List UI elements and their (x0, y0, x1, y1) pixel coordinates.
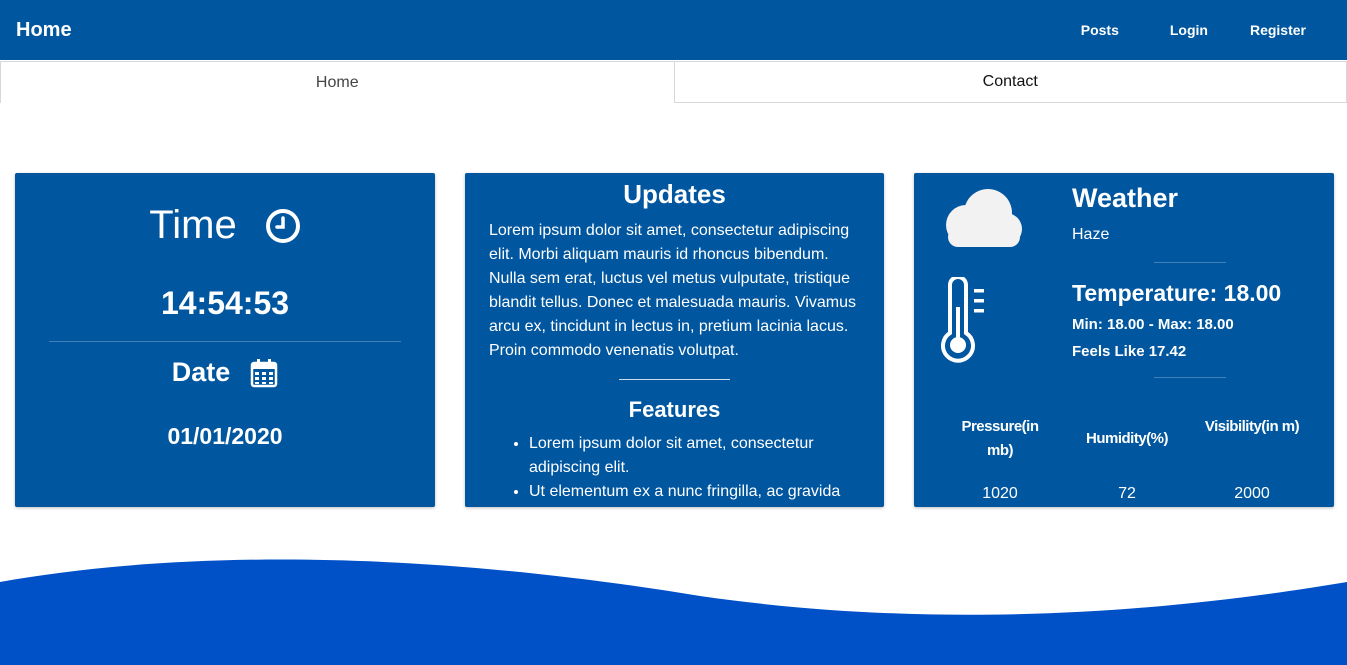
nav-link-register[interactable]: Register (1250, 22, 1306, 38)
clock-icon (265, 208, 300, 243)
time-title: Time (149, 203, 237, 247)
top-nav-links: Posts Login Register (1081, 22, 1347, 38)
cloud-icon (946, 189, 1022, 247)
pressure-value: 1020 (982, 485, 1018, 502)
weather-title: Weather (1072, 183, 1179, 213)
tab-home[interactable]: Home (0, 61, 674, 103)
pressure-label: Pressure(in mb) (961, 418, 1039, 459)
humidity-label: Humidity(%) (1086, 430, 1169, 447)
list-item: Lorem ipsum dolor sit amet, consectetur … (529, 432, 869, 480)
thermometer-icon (941, 277, 984, 363)
top-navbar: Home Posts Login Register (0, 0, 1347, 60)
tab-contact[interactable]: Contact (673, 61, 1347, 103)
updates-text: Lorem ipsum dolor sit amet, consectetur … (489, 222, 856, 359)
temperature: Temperature: 18.00 (1072, 280, 1282, 306)
visibility-label: Visibility(in m) (1204, 418, 1300, 435)
visibility-value: 2000 (1234, 485, 1270, 502)
weather-description: Haze (1072, 226, 1110, 243)
list-item: Ut elementum ex a nunc fringilla, ac gra… (529, 480, 869, 504)
nav-link-login[interactable]: Login (1170, 22, 1208, 38)
time-header: Time (15, 203, 435, 248)
time-card: Time 14:54:53 Date 01/01/2020 (15, 173, 435, 507)
divider (619, 379, 730, 380)
updates-title: Updates (623, 179, 726, 209)
date-title: Date (171, 357, 231, 387)
brand-home-link[interactable]: Home (0, 19, 72, 42)
divider (49, 341, 401, 342)
nav-link-posts[interactable]: Posts (1081, 22, 1119, 38)
feels-like: Feels Like 17.42 (1072, 343, 1187, 360)
tab-bar: Home Contact (0, 61, 1347, 103)
min-max-temperature: Min: 18.00 - Max: 18.00 (1072, 316, 1234, 333)
current-date: 01/01/2020 (167, 423, 283, 449)
updates-card: Updates Lorem ipsum dolor sit amet, cons… (465, 173, 884, 507)
decorative-wave (0, 559, 1347, 665)
divider (1154, 377, 1226, 378)
current-time: 14:54:53 (160, 285, 290, 321)
date-header: Date (15, 357, 435, 388)
weather-card: Weather Haze Temperature: 18.00 Min: 18.… (914, 173, 1334, 507)
divider (1154, 262, 1226, 263)
humidity-value: 72 (1118, 485, 1136, 502)
features-list: Lorem ipsum dolor sit amet, consectetur … (529, 432, 869, 504)
features-title: Features (628, 397, 721, 422)
calendar-icon (251, 358, 278, 387)
